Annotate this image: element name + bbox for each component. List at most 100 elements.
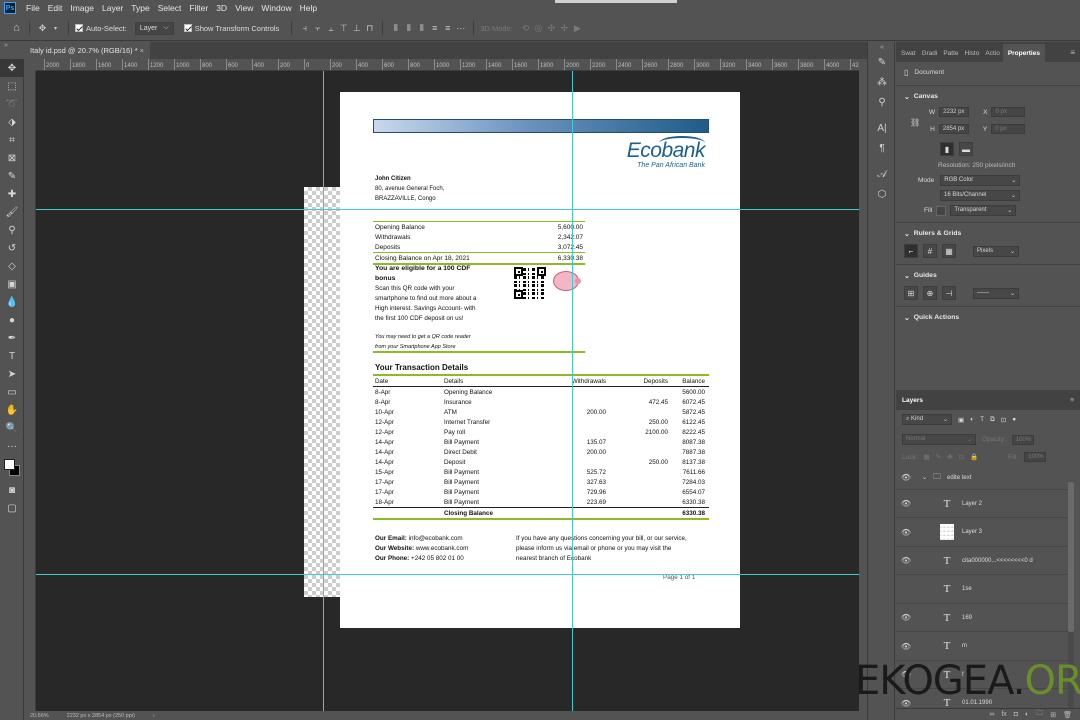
- type-tool-icon[interactable]: T: [0, 347, 24, 365]
- tab-gradients[interactable]: Gradi: [918, 50, 940, 62]
- link-layers-icon[interactable]: ∞: [989, 711, 994, 718]
- menu-view[interactable]: View: [231, 3, 257, 13]
- screen-mode-icon[interactable]: ▢: [0, 499, 24, 517]
- color-swatches[interactable]: [0, 455, 24, 481]
- smart-object-filter-icon[interactable]: ⊡: [1001, 416, 1006, 424]
- horizontal-ruler[interactable]: 2000 1800 1600 1400 1200 1000 800 600 400 200 0 200…: [36, 59, 859, 71]
- edit-toolbar-icon[interactable]: ···: [0, 437, 24, 455]
- collapse-toolbar-icon[interactable]: »: [4, 42, 8, 49]
- tab-swatches[interactable]: Swat: [898, 50, 918, 62]
- shape-filter-icon[interactable]: ⧉: [990, 416, 995, 424]
- menu-layer[interactable]: Layer: [98, 3, 127, 13]
- align-center-icon[interactable]: ⫟: [311, 23, 324, 34]
- move-tool-icon[interactable]: ✥: [36, 23, 49, 34]
- landscape-orientation-button[interactable]: ▬: [959, 142, 973, 156]
- canvas-section-header[interactable]: ⌄ Canvas: [896, 88, 1080, 106]
- layers-scroll-thumb[interactable]: [1068, 482, 1074, 632]
- guides-toggle-icon[interactable]: ⊞: [904, 286, 918, 300]
- chevron-down-icon[interactable]: ⌄: [922, 474, 927, 481]
- lock-artboard-icon[interactable]: ⊡: [959, 453, 964, 461]
- show-transform-checkbox[interactable]: [183, 24, 192, 32]
- x-field[interactable]: 0 px: [991, 107, 1026, 117]
- adjustment-layer-icon[interactable]: ◐: [1025, 711, 1029, 718]
- add-mask-icon[interactable]: ◘: [1014, 711, 1018, 718]
- photoshop-logo-icon[interactable]: Ps: [4, 2, 16, 14]
- brushes-icon[interactable]: ⁂: [868, 72, 896, 92]
- roll-3d-icon[interactable]: ◎: [532, 23, 545, 34]
- eye-icon[interactable]: 👁: [896, 642, 916, 651]
- distribute-bottom-icon[interactable]: ≡: [441, 23, 454, 33]
- kind-filter-dropdown[interactable]: ⌕ Kind ⌄: [902, 414, 952, 425]
- align-middle-icon[interactable]: ⊥: [350, 23, 363, 34]
- blur-tool-icon[interactable]: 💧: [0, 293, 24, 311]
- quick-actions-header[interactable]: ⌄ Quick Actions: [896, 309, 1080, 327]
- pen-tool-icon[interactable]: ✒: [0, 329, 24, 347]
- scale-3d-icon[interactable]: ▶: [571, 23, 584, 34]
- ruler-units-dropdown[interactable]: Pixels ⌄: [973, 245, 1019, 257]
- zoom-level[interactable]: 20.66%: [30, 713, 49, 719]
- eraser-tool-icon[interactable]: ◇: [0, 257, 24, 275]
- dodge-tool-icon[interactable]: ●: [0, 311, 24, 329]
- foreground-color-swatch[interactable]: [4, 459, 15, 470]
- menu-filter[interactable]: Filter: [185, 3, 212, 13]
- new-layer-icon[interactable]: ⊞: [1050, 711, 1056, 719]
- opacity-field[interactable]: 100%: [1011, 434, 1034, 445]
- marquee-tool-icon[interactable]: ⬚: [0, 77, 24, 95]
- menu-select[interactable]: Select: [154, 3, 186, 13]
- distribute-top-icon[interactable]: ≡: [428, 23, 441, 33]
- eye-icon[interactable]: 👁: [896, 556, 916, 565]
- eye-icon[interactable]: 👁: [896, 473, 916, 482]
- glyphs-panel-icon[interactable]: 𝒜: [868, 164, 896, 184]
- lock-guides-icon[interactable]: ⊣: [942, 286, 956, 300]
- ruler-toggle-icon[interactable]: ⌐: [904, 244, 918, 258]
- healing-brush-tool-icon[interactable]: ✚: [0, 185, 24, 203]
- layer-select-dropdown[interactable]: Layer ⌵: [134, 21, 174, 35]
- 3d-panel-icon[interactable]: ⬡: [868, 184, 896, 204]
- distribute-center-icon[interactable]: ⦀: [402, 23, 415, 34]
- ruler-origin[interactable]: [24, 59, 36, 71]
- canvas-area[interactable]: Ecobank The Pan African Bank John Citize…: [36, 71, 859, 711]
- tab-properties[interactable]: Properties: [1002, 44, 1045, 62]
- lock-all-icon[interactable]: 🔒: [970, 453, 978, 461]
- eye-icon[interactable]: 👁: [896, 499, 916, 508]
- vertical-ruler[interactable]: [24, 71, 36, 711]
- history-brush-tool-icon[interactable]: ↺: [0, 239, 24, 257]
- blend-mode-dropdown[interactable]: Normal ⌄: [902, 434, 976, 445]
- clone-source-icon[interactable]: ⚲: [868, 92, 896, 112]
- grid-toggle-icon[interactable]: #: [923, 244, 937, 258]
- rectangle-tool-icon[interactable]: ▭: [0, 383, 24, 401]
- horizontal-guide[interactable]: [36, 209, 859, 210]
- width-field[interactable]: 2232 px: [939, 107, 970, 117]
- height-field[interactable]: 2854 px: [938, 124, 969, 134]
- fx-icon[interactable]: fx: [1001, 711, 1006, 718]
- tab-patterns[interactable]: Patte: [940, 50, 961, 62]
- quick-mask-icon[interactable]: ◙: [0, 481, 24, 499]
- pixel-grid-icon[interactable]: ▦: [942, 244, 956, 258]
- path-selection-tool-icon[interactable]: ➤: [0, 365, 24, 383]
- eye-icon[interactable]: 👁: [896, 528, 916, 537]
- collapse-panels-icon[interactable]: «: [868, 42, 896, 52]
- character-panel-icon[interactable]: A|: [868, 118, 896, 138]
- align-right-icon[interactable]: ⫠: [324, 23, 337, 34]
- vertical-guide[interactable]: [572, 71, 573, 711]
- layer-fill-field[interactable]: 100%: [1024, 452, 1047, 462]
- eyedropper-tool-icon[interactable]: ✎: [0, 167, 24, 185]
- align-bottom-icon[interactable]: ⊓: [363, 23, 376, 34]
- tab-histogram[interactable]: Histo: [962, 50, 983, 62]
- layer-row[interactable]: 👁 T 169: [896, 604, 1068, 632]
- eye-icon[interactable]: 👁: [896, 613, 916, 622]
- gradient-tool-icon[interactable]: ▣: [0, 275, 24, 293]
- chevron-down-icon[interactable]: ▾: [49, 25, 62, 32]
- menu-image[interactable]: Image: [66, 3, 98, 13]
- hand-tool-icon[interactable]: ✋: [0, 401, 24, 419]
- tab-actions[interactable]: Actio: [982, 50, 1002, 62]
- guide-style-dropdown[interactable]: —— ⌄: [973, 287, 1019, 299]
- auto-select-checkbox[interactable]: [75, 24, 83, 32]
- lasso-tool-icon[interactable]: ➰: [0, 95, 24, 113]
- portrait-orientation-button[interactable]: ▮: [940, 142, 954, 156]
- clone-stamp-tool-icon[interactable]: ⚲: [0, 221, 24, 239]
- fill-dropdown[interactable]: Transparent ⌄: [950, 205, 1017, 216]
- lock-transparent-icon[interactable]: ▦: [924, 453, 930, 461]
- slide-3d-icon[interactable]: ✢: [558, 23, 571, 34]
- distribute-left-icon[interactable]: ⦀: [389, 23, 402, 34]
